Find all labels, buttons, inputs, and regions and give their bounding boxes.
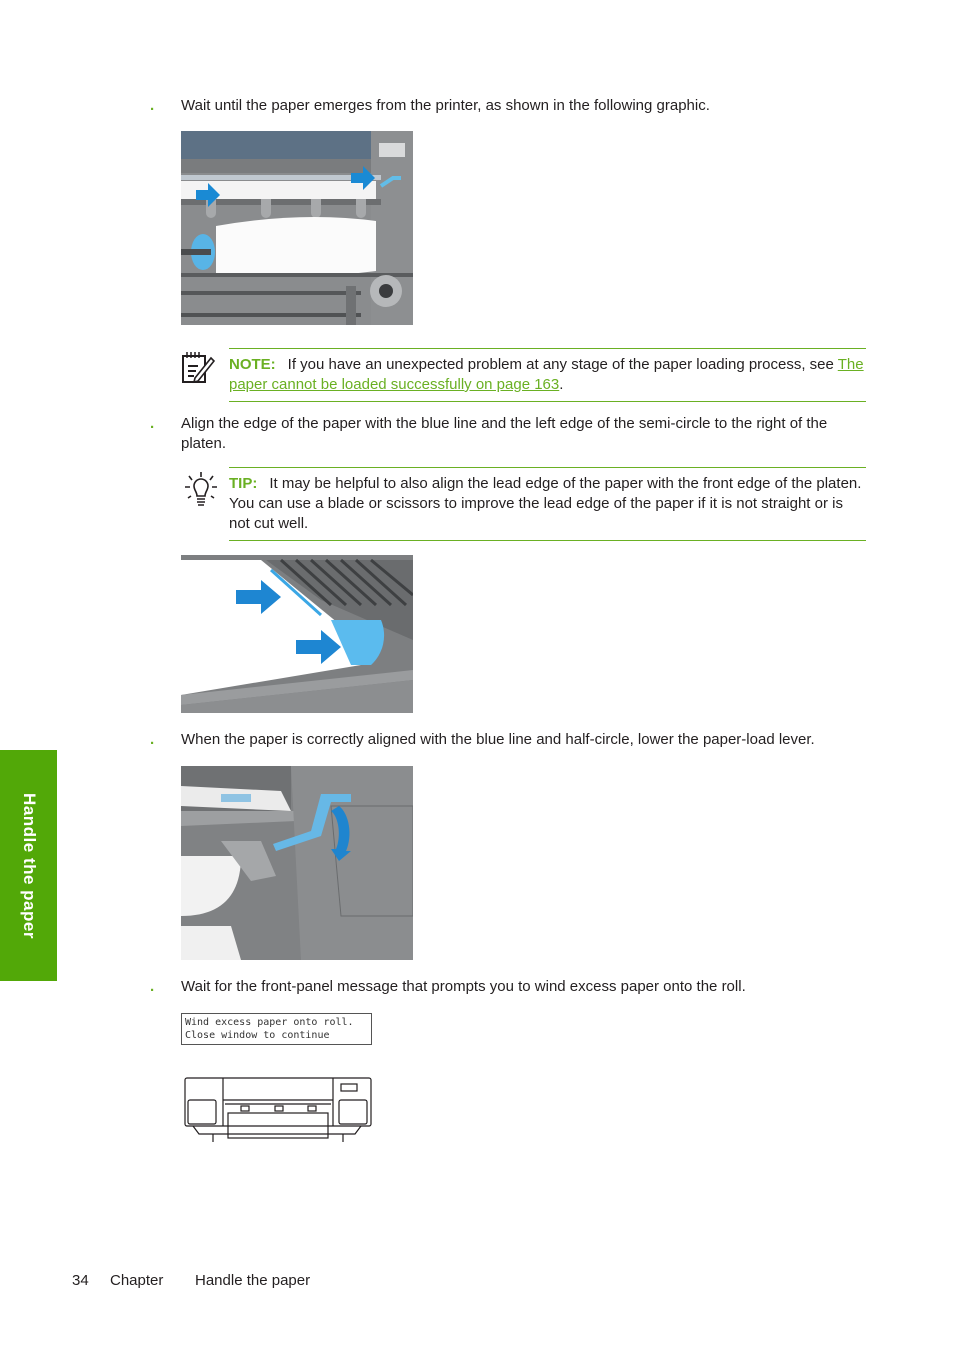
front-panel-line-1: Wind excess paper onto roll. [185, 1017, 354, 1028]
note-text-end: . [559, 376, 564, 393]
paper-emerging-figure [181, 131, 413, 325]
front-panel-display: Wind excess paper onto roll. Close window… [181, 1013, 372, 1045]
step-bullet: . [150, 97, 155, 114]
tip-label: TIP: [229, 475, 258, 492]
note-callout: NOTE: If you have an unexpected problem a… [229, 348, 866, 402]
front-panel-line-2: Close window to continue [185, 1030, 330, 1041]
step-bullet: . [150, 415, 155, 432]
footer-chapter-title: Handle the paper [195, 1272, 311, 1289]
step-text: Wait for the front-panel message that pr… [181, 978, 746, 995]
chapter-side-tab: Handle the paper [0, 750, 57, 981]
footer-chapter-label: Chapter [110, 1272, 164, 1289]
note-pencil-icon [181, 350, 216, 391]
step-text: Wait until the paper emerges from the pr… [181, 97, 710, 114]
step-text: When the paper is correctly aligned with… [181, 731, 815, 748]
step-bullet: . [150, 978, 155, 995]
step-text: Align the edge of the paper with the blu… [181, 415, 828, 452]
step-bullet: . [150, 731, 155, 748]
note-text: If you have an unexpected problem at any… [287, 356, 838, 373]
page-number: 34 [72, 1272, 89, 1289]
printer-front-diagram [183, 1076, 373, 1142]
tip-text: It may be helpful to also align the lead… [229, 475, 862, 532]
note-label: NOTE: [229, 356, 276, 373]
tip-callout: TIP: It may be helpful to also align the … [229, 467, 866, 541]
lightbulb-icon [184, 470, 218, 513]
side-tab-label: Handle the paper [19, 792, 39, 939]
paper-load-lever-figure [181, 766, 413, 960]
paper-alignment-figure [181, 555, 413, 713]
